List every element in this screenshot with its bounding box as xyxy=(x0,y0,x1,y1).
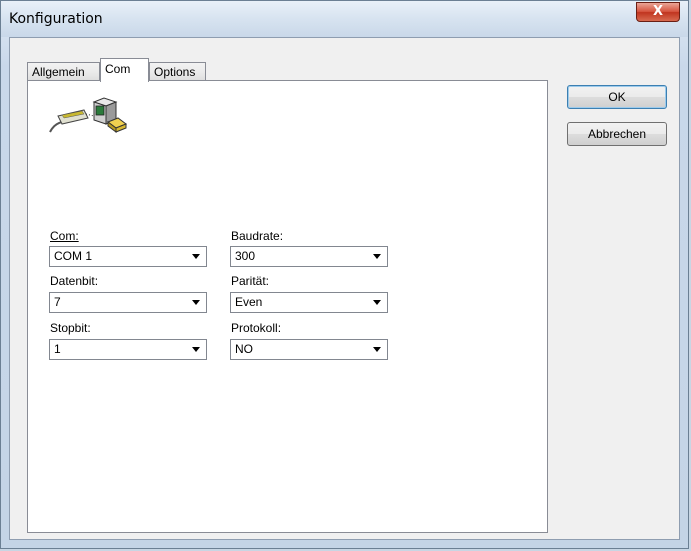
chevron-down-icon xyxy=(373,347,381,352)
baudrate-value: 300 xyxy=(235,249,256,263)
dialog-client-area: Allgemein Com Options Com: COM 1 Baudrat… xyxy=(9,37,680,540)
close-icon: X xyxy=(652,4,664,19)
ok-button[interactable]: OK xyxy=(567,85,667,109)
datenbit-select[interactable]: 7 xyxy=(49,292,207,313)
stopbit-label: Stopbit: xyxy=(50,321,91,335)
paritaet-label: Parität: xyxy=(231,274,270,288)
chevron-down-icon xyxy=(192,254,200,259)
title-bar[interactable]: Konfiguration X xyxy=(1,1,688,37)
com-select[interactable]: COM 1 xyxy=(49,246,207,267)
chevron-down-icon xyxy=(192,300,200,305)
chevron-down-icon xyxy=(373,300,381,305)
com-value: COM 1 xyxy=(54,249,93,263)
tab-panel-com: Com: COM 1 Baudrate: 300 Datenbit: 7 Par… xyxy=(27,80,548,533)
paritaet-select[interactable]: Even xyxy=(230,292,388,313)
stopbit-value: 1 xyxy=(54,342,61,356)
paritaet-value: Even xyxy=(235,295,263,309)
com-label-text: Com: xyxy=(50,229,79,243)
protokoll-select[interactable]: NO xyxy=(230,339,388,360)
tab-allgemein[interactable]: Allgemein xyxy=(27,62,100,81)
stopbit-select[interactable]: 1 xyxy=(49,339,207,360)
protokoll-value: NO xyxy=(235,342,253,356)
serial-port-computer-icon xyxy=(48,94,128,138)
chevron-down-icon xyxy=(373,254,381,259)
datenbit-label: Datenbit: xyxy=(50,274,99,288)
baudrate-label: Baudrate: xyxy=(231,229,284,243)
cancel-button[interactable]: Abbrechen xyxy=(567,122,667,146)
dialog-window: Konfiguration X Allgemein Com Options Co… xyxy=(0,0,689,549)
com-label: Com: xyxy=(50,229,79,243)
datenbit-value: 7 xyxy=(54,295,61,309)
close-button[interactable]: X xyxy=(636,2,680,22)
window-title: Konfiguration xyxy=(9,11,103,27)
chevron-down-icon xyxy=(192,347,200,352)
protokoll-label: Protokoll: xyxy=(231,321,282,335)
baudrate-select[interactable]: 300 xyxy=(230,246,388,267)
tab-options[interactable]: Options xyxy=(149,62,206,81)
tab-com[interactable]: Com xyxy=(100,58,149,82)
